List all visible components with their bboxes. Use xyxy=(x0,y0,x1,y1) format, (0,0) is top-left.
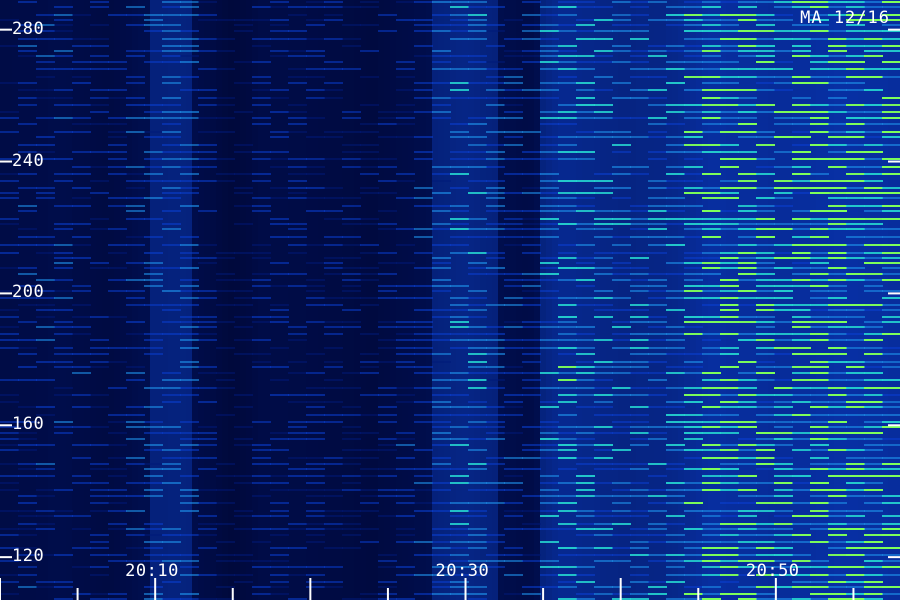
spectrogram-column xyxy=(162,0,168,600)
spectrogram-column xyxy=(444,0,450,600)
spectrogram-column xyxy=(438,0,444,600)
spectrogram-column xyxy=(474,0,480,600)
spectrogram-column xyxy=(624,0,630,600)
spectrogram-column xyxy=(804,0,810,600)
spectrogram-column xyxy=(156,0,162,600)
spectrogram-column xyxy=(132,0,138,600)
spectrogram-column xyxy=(12,0,18,600)
spectrogram-column xyxy=(618,0,624,600)
spectrogram-column xyxy=(0,0,6,600)
spectrogram-column xyxy=(168,0,174,600)
spectrogram-column xyxy=(78,0,84,600)
spectrogram-column xyxy=(384,0,390,600)
spectrogram-column xyxy=(228,0,234,600)
spectrogram-column xyxy=(372,0,378,600)
spectrogram-column xyxy=(390,0,396,600)
spectrogram-column xyxy=(150,0,156,600)
spectrogram-column xyxy=(222,0,228,600)
spectrogram-column xyxy=(360,0,366,600)
spectrogram-column xyxy=(378,0,384,600)
spectrogram-column xyxy=(354,0,360,600)
spectrogram-column xyxy=(888,0,894,600)
spectrogram-column xyxy=(174,0,180,600)
spectrogram-column xyxy=(894,0,900,600)
spectrogram-column xyxy=(300,0,306,600)
spectrogram-column xyxy=(348,0,354,600)
spectrogram-column xyxy=(366,0,372,600)
spectrogram-column xyxy=(234,0,240,600)
spectrogram-column xyxy=(138,0,144,600)
spectrogram-column xyxy=(672,0,678,600)
spectrogram-column xyxy=(480,0,486,600)
spectrogram-column xyxy=(678,0,684,600)
spectrogram-column xyxy=(84,0,90,600)
spectrogram-column xyxy=(144,0,150,600)
spectrogram-column xyxy=(798,0,804,600)
spectrogram-chart xyxy=(0,0,900,600)
spectrogram-column xyxy=(294,0,300,600)
spectrogram-column xyxy=(6,0,12,600)
spectrogram-column xyxy=(246,0,252,600)
spectrogram-column xyxy=(240,0,246,600)
